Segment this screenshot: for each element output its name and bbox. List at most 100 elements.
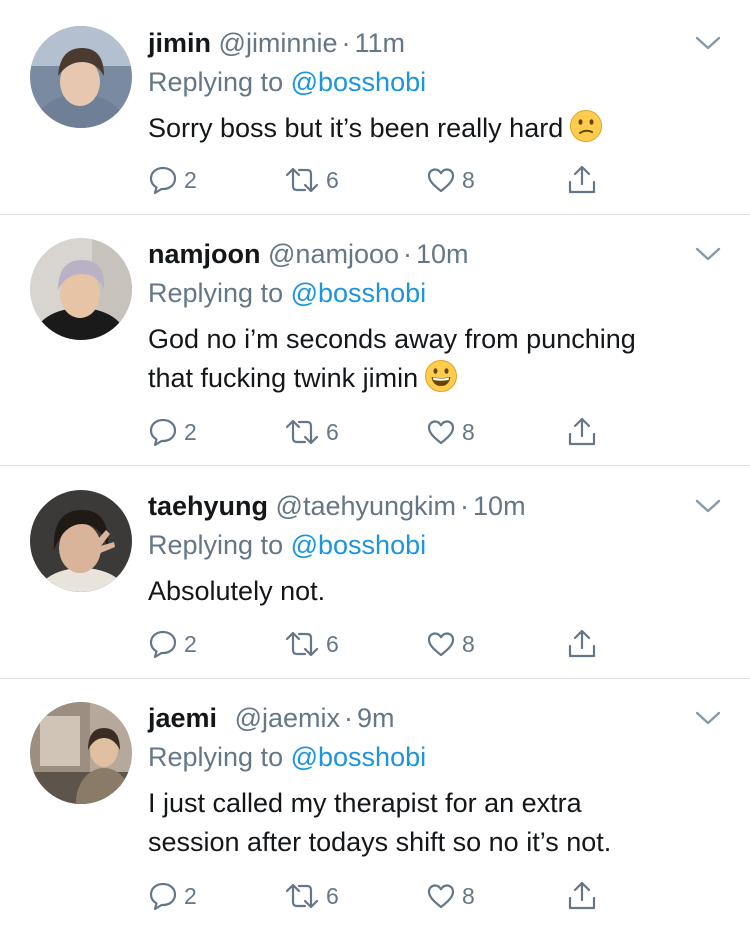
- retweet-count: 6: [326, 882, 339, 909]
- replying-label: Replying to: [148, 67, 284, 97]
- replying-to: Replying to @bosshobi: [148, 528, 426, 562]
- tweet-line: Absolutely not.: [148, 576, 326, 606]
- divider: [0, 214, 750, 215]
- reply-button[interactable]: 2: [148, 878, 197, 914]
- retweet-count: 6: [326, 166, 339, 193]
- reply-button[interactable]: 2: [148, 162, 197, 198]
- heart-icon: [427, 632, 455, 657]
- display-name[interactable]: namjoon: [148, 239, 261, 269]
- avatar-image: [30, 490, 132, 592]
- avatar[interactable]: [30, 238, 132, 340]
- reply-count: 2: [184, 166, 197, 193]
- tweet-text: God no i’m seconds away from punching th…: [148, 320, 728, 398]
- tweet-line: I just called my therapist for an extra: [148, 788, 582, 818]
- retweet-button[interactable]: 6: [284, 162, 339, 198]
- handle[interactable]: @jaemix: [235, 703, 340, 733]
- like-button[interactable]: 8: [426, 878, 475, 914]
- timestamp[interactable]: 10m: [473, 491, 526, 521]
- chevron-down-icon[interactable]: [694, 34, 722, 52]
- retweet-icon: [285, 883, 319, 909]
- timestamp[interactable]: 10m: [416, 239, 469, 269]
- retweet-count: 6: [326, 418, 339, 445]
- mention-link[interactable]: @bosshobi: [291, 530, 427, 560]
- retweet-icon: [285, 419, 319, 445]
- avatar-image: [30, 702, 132, 804]
- handle[interactable]: @taehyungkim: [276, 491, 457, 521]
- handle[interactable]: @namjooo: [268, 239, 399, 269]
- like-count: 8: [462, 418, 475, 445]
- tweet-actions: 2 6 8: [148, 162, 608, 198]
- avatar[interactable]: [30, 490, 132, 592]
- like-button[interactable]: 8: [426, 414, 475, 450]
- reply-icon: [149, 418, 177, 447]
- separator-dot: ·: [344, 703, 353, 733]
- share-icon: [568, 417, 596, 446]
- like-button[interactable]: 8: [426, 162, 475, 198]
- mention-link[interactable]: @bosshobi: [291, 278, 427, 308]
- separator-dot: ·: [460, 491, 470, 521]
- like-button[interactable]: 8: [426, 626, 475, 662]
- like-count: 8: [462, 630, 475, 657]
- share-button[interactable]: [566, 626, 598, 662]
- replying-to: Replying to @bosshobi: [148, 65, 426, 99]
- like-count: 8: [462, 882, 475, 909]
- tweet-actions: 2 6 8: [148, 414, 608, 450]
- retweet-button[interactable]: 6: [284, 626, 339, 662]
- replying-to: Replying to @bosshobi: [148, 740, 426, 774]
- share-button[interactable]: [566, 878, 598, 914]
- reply-button[interactable]: 2: [148, 414, 197, 450]
- tweet-text: I just called my therapist for an extra …: [148, 784, 728, 862]
- divider: [0, 465, 750, 466]
- avatar-image: [30, 238, 132, 340]
- retweet-count: 6: [326, 630, 339, 657]
- display-name[interactable]: jaemi: [148, 703, 217, 733]
- mention-link[interactable]: @bosshobi: [291, 67, 427, 97]
- replying-label: Replying to: [148, 742, 284, 772]
- replying-to: Replying to @bosshobi: [148, 276, 426, 310]
- retweet-icon: [285, 631, 319, 657]
- reply-count: 2: [184, 630, 197, 657]
- share-icon: [568, 881, 596, 910]
- chevron-down-icon[interactable]: [694, 497, 722, 515]
- avatar-image: [30, 26, 132, 128]
- reply-icon: [149, 882, 177, 911]
- reply-icon: [149, 630, 177, 659]
- tweet-actions: 2 6 8: [148, 626, 608, 662]
- tweet-line: Sorry boss but it’s been really hard: [148, 113, 564, 143]
- avatar[interactable]: [30, 26, 132, 128]
- tweet-line: session after todays shift so no it’s no…: [148, 827, 612, 857]
- avatar[interactable]: [30, 702, 132, 804]
- reply-button[interactable]: 2: [148, 626, 197, 662]
- confused-face-icon: [570, 110, 603, 142]
- timestamp[interactable]: 9m: [357, 703, 395, 733]
- share-button[interactable]: [566, 414, 598, 450]
- divider: [0, 678, 750, 679]
- timestamp[interactable]: 11m: [354, 28, 405, 58]
- display-name[interactable]: taehyung: [148, 491, 268, 521]
- tweet-actions: 2 6 8: [148, 878, 608, 914]
- like-count: 8: [462, 166, 475, 193]
- display-name[interactable]: jimin: [148, 28, 211, 58]
- share-button[interactable]: [566, 162, 598, 198]
- tweet-header: namjoon @namjooo · 10m: [148, 237, 469, 271]
- separator-dot: ·: [341, 28, 351, 58]
- grinning-face-icon: [425, 360, 458, 392]
- tweet-line: that fucking twink jimin: [148, 363, 419, 393]
- replying-label: Replying to: [148, 278, 284, 308]
- share-icon: [568, 165, 596, 194]
- mention-link[interactable]: @bosshobi: [291, 742, 427, 772]
- handle[interactable]: @jiminnie: [219, 28, 338, 58]
- retweet-button[interactable]: 6: [284, 414, 339, 450]
- separator-dot: ·: [403, 239, 412, 269]
- chevron-down-icon[interactable]: [694, 709, 722, 727]
- reply-count: 2: [184, 882, 197, 909]
- retweet-button[interactable]: 6: [284, 878, 339, 914]
- replying-label: Replying to: [148, 530, 284, 560]
- tweet-header: jimin @jiminnie · 11m: [148, 26, 405, 60]
- tweet-text: Absolutely not.: [148, 572, 728, 611]
- reply-count: 2: [184, 418, 197, 445]
- heart-icon: [427, 168, 455, 193]
- share-icon: [568, 629, 596, 658]
- chevron-down-icon[interactable]: [694, 245, 722, 263]
- tweet-header: taehyung @taehyungkim · 10m: [148, 489, 526, 523]
